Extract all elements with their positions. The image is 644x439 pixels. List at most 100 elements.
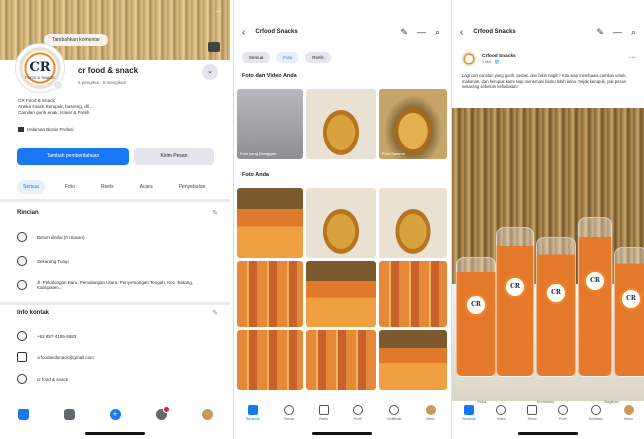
chevron-down-icon[interactable]: ⌄: [202, 64, 218, 80]
hours-row[interactable]: Sekarang Tutup: [17, 256, 217, 266]
divider: [0, 302, 230, 305]
more-icon[interactable]: —: [417, 27, 426, 38]
menu-avatar-icon: [425, 405, 436, 415]
post-image[interactable]: CR CR CR CR CR: [452, 108, 644, 401]
profile-tabs: Semua Foto Reels Acara Penyebutan: [17, 180, 211, 194]
home-icon[interactable]: [17, 408, 29, 420]
tab-all[interactable]: Semua: [17, 180, 45, 194]
post-more-icon[interactable]: ⋯: [629, 54, 636, 62]
email-row[interactable]: crfoodandsnack@gmail.com: [17, 352, 217, 362]
clock-icon: [17, 256, 27, 266]
post-author-avatar[interactable]: [462, 52, 476, 66]
bell-icon: [389, 405, 400, 415]
briefcase-icon: [18, 127, 24, 133]
more-icon[interactable]: —: [613, 27, 622, 38]
jar-label: CR: [545, 282, 567, 305]
jar-label: CR: [504, 276, 526, 299]
tab-reels[interactable]: Reels: [305, 52, 331, 63]
header: ‹ Crfood Snacks ✎ — ⌕: [452, 22, 644, 42]
tab-photos[interactable]: Foto: [59, 180, 81, 194]
home-indicator: [85, 432, 145, 435]
avatar-logo-subtext: FOOD & SNACK: [24, 75, 56, 80]
cover-camera-icon[interactable]: [208, 42, 220, 52]
mail-icon: [17, 352, 27, 362]
post-text: Lagi cari camilan yang gurih, pedas, dan…: [462, 73, 627, 89]
divider: [0, 199, 230, 202]
section-title: Foto dan Video Anda: [242, 73, 297, 79]
marketplace-icon[interactable]: [63, 408, 75, 420]
nav-menu[interactable]: Menu: [425, 405, 436, 421]
nav-reels[interactable]: Reels: [318, 405, 329, 421]
nav-notifications[interactable]: Notifikasi: [589, 405, 603, 421]
create-icon[interactable]: +: [109, 408, 121, 420]
tab-photos[interactable]: Foto: [276, 52, 300, 63]
location-pin-icon: [17, 280, 27, 290]
photo-thumbnail[interactable]: [379, 330, 447, 390]
profile-panel: Tambahkan komentar ⋯ CR FOOD & SNACK cr …: [0, 0, 230, 439]
album-cover[interactable]: Foto Sampul: [379, 89, 447, 159]
tab-mentions[interactable]: Penyebutan: [173, 180, 212, 194]
back-icon[interactable]: ‹: [460, 27, 463, 38]
notifications-icon[interactable]: [155, 405, 170, 420]
photo-thumbnail[interactable]: [306, 330, 376, 390]
follower-stats[interactable]: 6 pengikut · 6 mengikuti: [78, 80, 126, 85]
nav-menu[interactable]: Menu: [623, 405, 634, 421]
messenger-icon: [17, 374, 27, 384]
address-row[interactable]: Jl. Pekalongan Baru, Pemalangan Utara, P…: [17, 280, 217, 290]
cover-more-icon[interactable]: ⋯: [215, 8, 222, 16]
nav-video[interactable]: Video: [496, 405, 507, 421]
album-uploaded[interactable]: Foto yang Diunggah: [237, 89, 303, 159]
section-title: Foto Anda: [242, 172, 269, 178]
edit-contact-icon[interactable]: ✎: [212, 309, 218, 317]
snack-jar: CR: [496, 227, 534, 377]
photo-thumbnail[interactable]: [379, 188, 447, 258]
nav-label: Beranda: [462, 417, 476, 421]
primary-action-button[interactable]: Tambah pemberitahuan: [17, 148, 129, 165]
nav-friends[interactable]: Teman: [283, 405, 295, 421]
tab-reels[interactable]: Reels: [95, 180, 120, 194]
phone-row[interactable]: +62 857-4155-5883: [17, 331, 217, 341]
video-icon: [496, 405, 507, 415]
photo-thumbnail[interactable]: [306, 261, 376, 327]
search-icon[interactable]: ⌕: [631, 27, 636, 38]
tab-all[interactable]: Semua: [242, 52, 271, 63]
back-icon[interactable]: ‹: [242, 27, 245, 38]
nav-home[interactable]: Beranda: [246, 405, 259, 421]
photo-thumbnail[interactable]: [237, 261, 303, 327]
edit-icon[interactable]: ✎: [596, 27, 604, 38]
photo-thumbnail[interactable]: [237, 188, 303, 258]
send-message-button[interactable]: Kirim Pesan: [134, 148, 214, 165]
cover-comment-button[interactable]: Tambahkan komentar: [44, 34, 109, 46]
post-timestamp: 1 Mei · 🌐: [482, 60, 500, 64]
profile-avatar-icon[interactable]: [201, 408, 213, 420]
snack-jar: CR: [456, 257, 496, 377]
jar-label: CR: [465, 294, 487, 317]
hours-text: Sekarang Tutup: [37, 258, 69, 264]
nav-notifications[interactable]: Notifikasi: [387, 405, 401, 421]
home-indicator: [312, 432, 372, 435]
edit-details-icon[interactable]: ✎: [212, 209, 218, 217]
nav-label: Teman: [283, 417, 295, 421]
photo-thumbnail[interactable]: [379, 261, 447, 327]
edit-icon[interactable]: ✎: [400, 27, 408, 38]
phone-text: +62 857-4155-5883: [37, 333, 77, 339]
avatar-camera-icon[interactable]: [53, 80, 63, 90]
home-icon: [247, 405, 258, 415]
snack-jar: CR: [536, 237, 576, 377]
photo-thumbnail[interactable]: [237, 330, 303, 390]
nav-label: Profil: [353, 417, 362, 421]
nav-reels[interactable]: Reels: [527, 405, 538, 421]
search-icon[interactable]: ⌕: [435, 27, 440, 38]
photos-panel: ‹ Crfood Snacks ✎ — ⌕ Semua Foto Reels F…: [233, 0, 448, 439]
album-profile[interactable]: [306, 89, 376, 159]
nav-profile[interactable]: Profil: [352, 405, 363, 421]
messenger-row[interactable]: cr food & snack: [17, 374, 217, 384]
bell-icon: [590, 405, 601, 415]
photo-thumbnail[interactable]: [306, 188, 376, 258]
rating-row[interactable]: Belum dinilai (0 Ulasan): [17, 232, 217, 242]
email-text: crfoodandsnack@gmail.com: [37, 354, 94, 360]
nav-profile[interactable]: Profil: [557, 405, 568, 421]
reels-icon: [318, 405, 329, 415]
tab-events[interactable]: Acara: [134, 180, 159, 194]
nav-home[interactable]: Beranda: [462, 405, 476, 421]
